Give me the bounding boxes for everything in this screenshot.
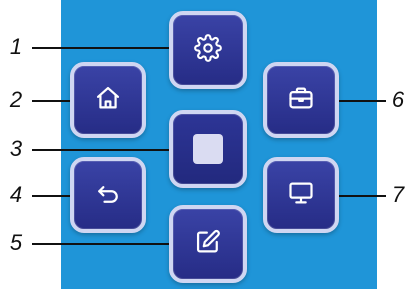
briefcase-icon xyxy=(287,84,315,117)
toolbox-button[interactable] xyxy=(263,62,339,138)
callout-line-3 xyxy=(32,149,172,151)
callout-number-1: 1 xyxy=(9,34,23,59)
callout-line-1 xyxy=(32,47,172,49)
home-icon xyxy=(94,84,122,117)
display-button[interactable] xyxy=(263,157,339,233)
callout-line-2 xyxy=(32,100,72,102)
return-arrow-icon xyxy=(94,179,122,212)
edit-pencil-icon xyxy=(194,228,222,261)
callout-number-5: 5 xyxy=(9,230,23,255)
settings-button[interactable] xyxy=(169,11,247,89)
callout-line-4 xyxy=(32,195,72,197)
home-button[interactable] xyxy=(70,62,146,138)
callout-number-2: 2 xyxy=(9,87,23,112)
gear-icon xyxy=(194,33,222,67)
center-button[interactable] xyxy=(169,110,247,188)
callout-line-5 xyxy=(32,243,172,245)
edit-button[interactable] xyxy=(169,205,247,283)
callout-line-6 xyxy=(336,100,386,102)
stop-square-icon xyxy=(193,134,223,164)
callout-number-4: 4 xyxy=(9,182,23,207)
callout-number-3: 3 xyxy=(9,136,23,161)
back-button[interactable] xyxy=(70,157,146,233)
callout-line-7 xyxy=(336,195,386,197)
monitor-icon xyxy=(287,179,315,212)
callout-number-7: 7 xyxy=(391,182,405,207)
callout-number-6: 6 xyxy=(391,87,405,112)
